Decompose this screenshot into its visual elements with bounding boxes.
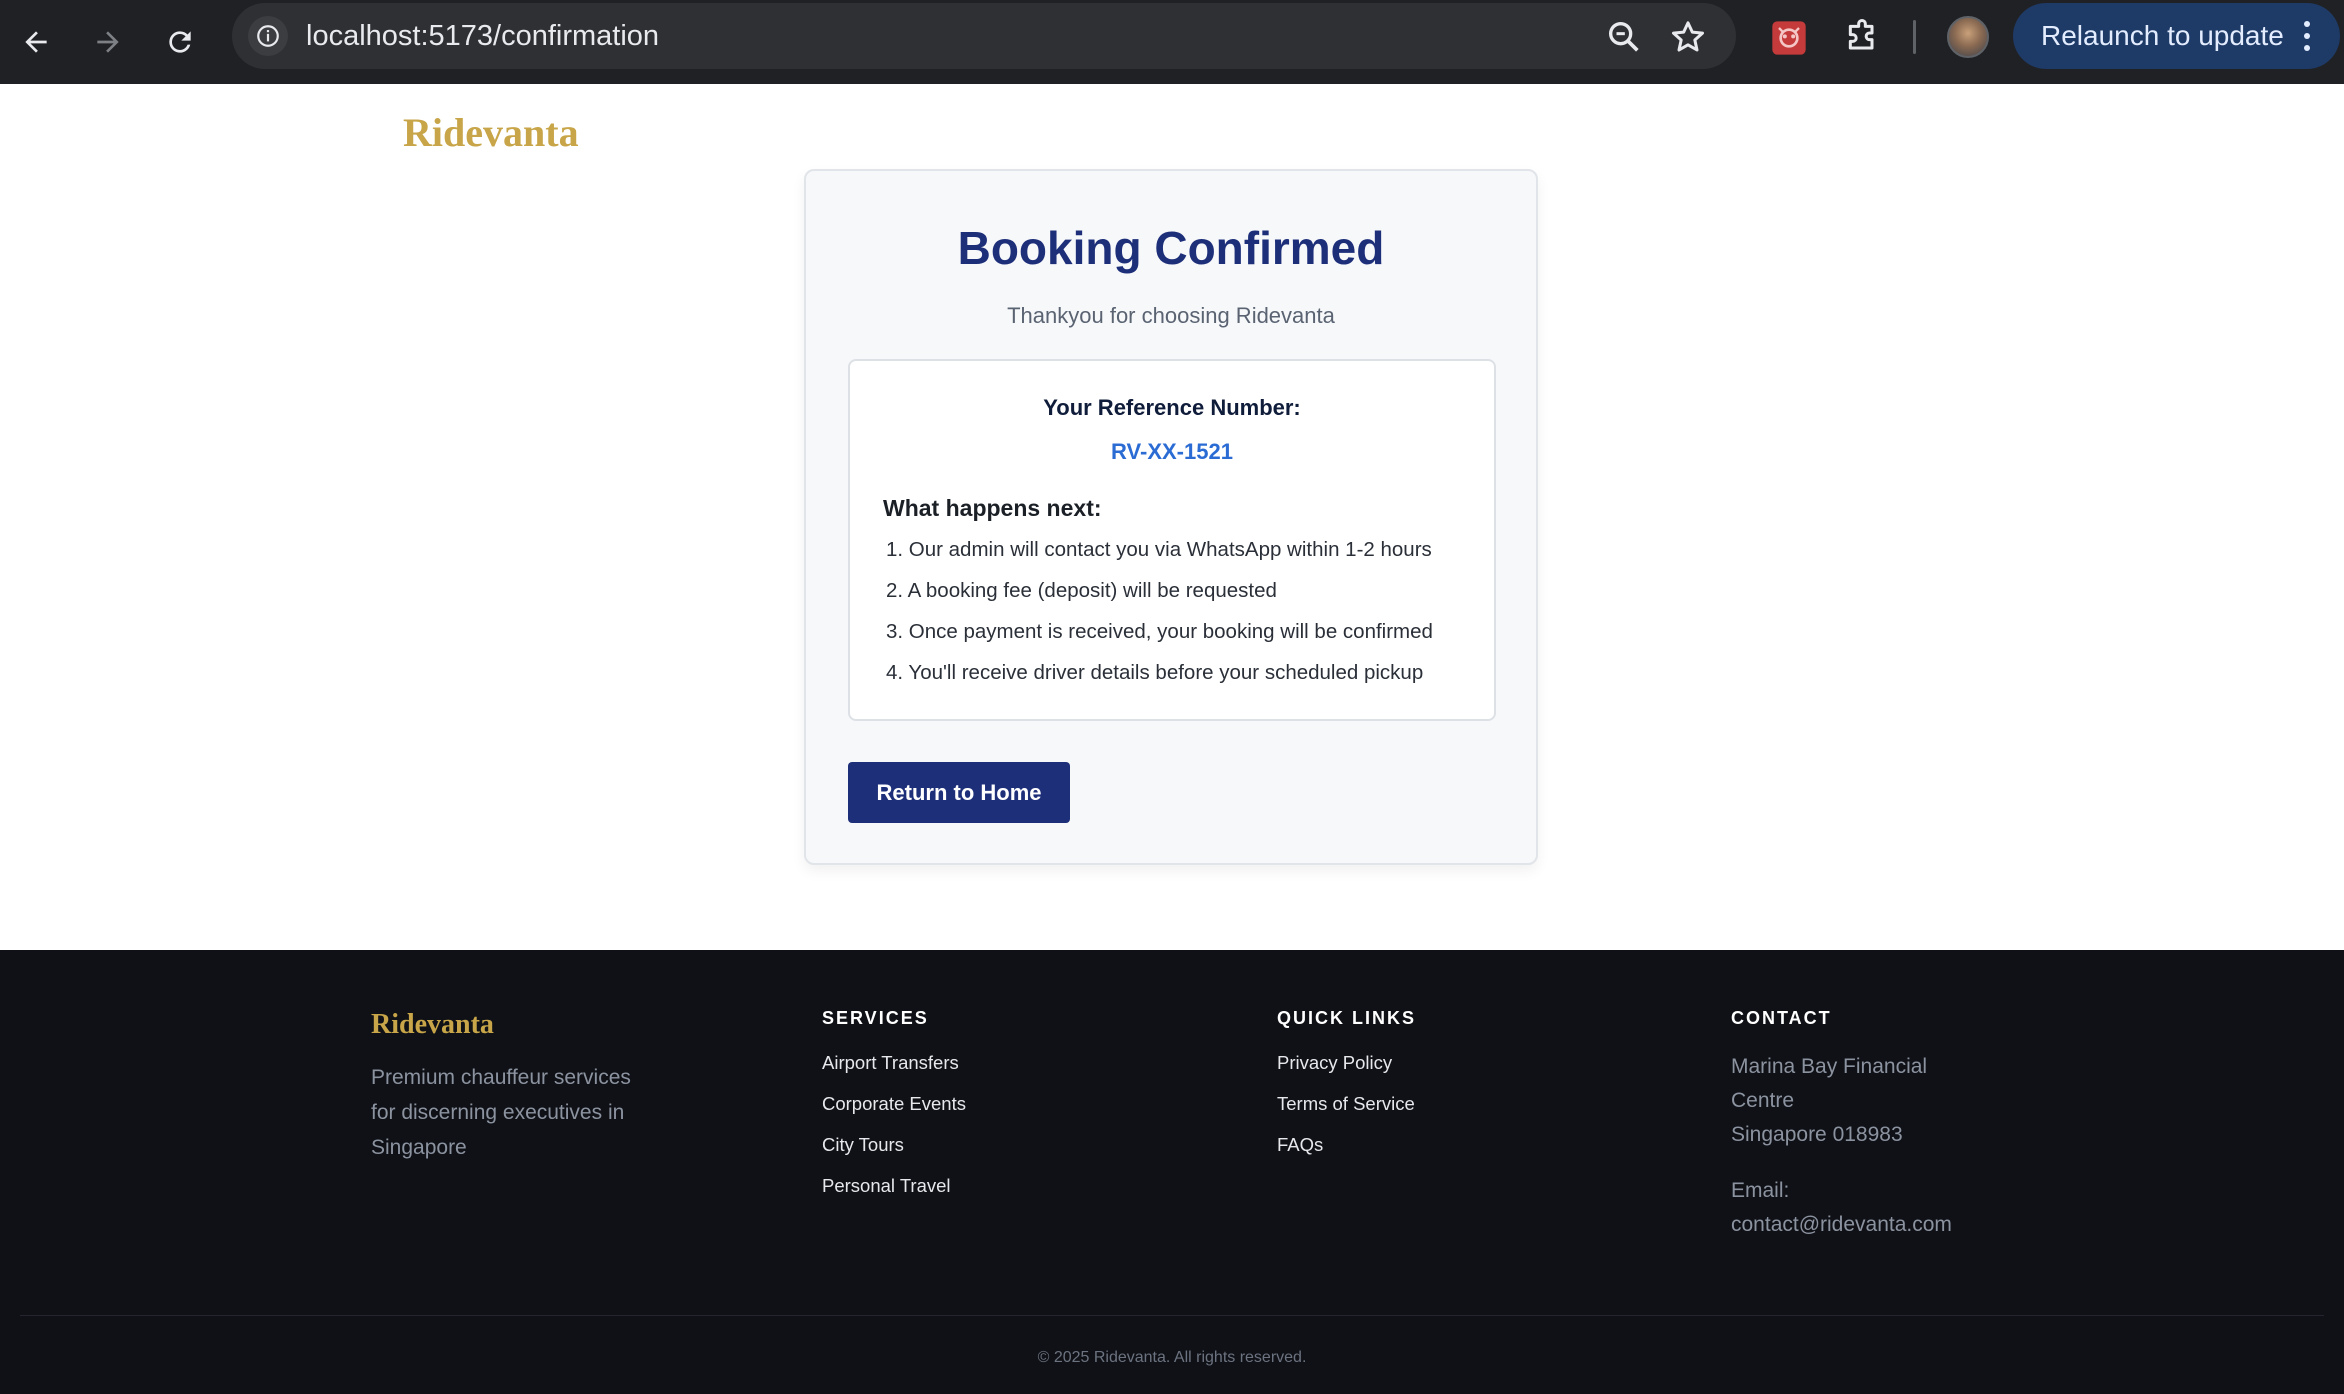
contact-heading: CONTACT (1731, 1008, 1832, 1028)
site-info-icon[interactable] (248, 16, 288, 56)
extension-bug-icon[interactable] (1769, 18, 1809, 58)
copyright-text: © 2025 Ridevanta. All rights reserved. (1037, 1349, 1307, 1366)
profile-avatar[interactable] (1947, 16, 1989, 58)
footer-link-corporate-events[interactable]: Corporate Events (822, 1093, 966, 1134)
quick-links-list: Privacy Policy Terms of Service FAQs (1277, 1052, 1415, 1175)
reference-box: Your Reference Number: RV-XX-1521 What h… (848, 359, 1496, 721)
toolbar-divider (1913, 20, 1916, 54)
more-vert-icon[interactable] (2304, 21, 2310, 51)
reload-button[interactable] (154, 16, 206, 68)
return-home-button[interactable]: Return to Home (848, 762, 1070, 823)
contact-info: Marina Bay Financial Centre Singapore 01… (1731, 1050, 1952, 1242)
footer-link-faqs[interactable]: FAQs (1277, 1134, 1415, 1175)
site-logo[interactable]: Ridevanta (403, 109, 579, 156)
bookmark-star-icon[interactable] (1668, 17, 1708, 57)
footer-link-terms-of-service[interactable]: Terms of Service (1277, 1093, 1415, 1134)
back-button[interactable] (10, 16, 62, 68)
url-text[interactable]: localhost:5173/confirmation (306, 20, 659, 53)
arrow-left-icon (25, 31, 47, 53)
site-footer: Ridevanta Premium chauffeur services for… (0, 950, 2344, 1394)
relaunch-label: Relaunch to update (2041, 20, 2284, 51)
footer-link-personal-travel[interactable]: Personal Travel (822, 1175, 966, 1216)
footer-link-privacy-policy[interactable]: Privacy Policy (1277, 1052, 1415, 1093)
footer-divider (20, 1315, 2324, 1316)
forward-button[interactable] (82, 16, 134, 68)
reload-icon (169, 31, 191, 53)
browser-toolbar: localhost:5173/confirmation Relaunch to … (0, 0, 2344, 84)
reference-number: RV-XX-1521 (1111, 439, 1233, 464)
list-item: 3. Once payment is received, your bookin… (886, 620, 1433, 643)
reference-label: Your Reference Number: (1043, 395, 1301, 420)
address-line: Singapore 018983 (1731, 1123, 1903, 1146)
footer-link-city-tours[interactable]: City Tours (822, 1134, 966, 1175)
page-title: Booking Confirmed (957, 222, 1385, 274)
services-heading: SERVICES (822, 1008, 929, 1028)
list-item: 2. A booking fee (deposit) will be reque… (886, 579, 1277, 602)
list-item: 4. You'll receive driver details before … (886, 661, 1424, 684)
address-bar[interactable]: localhost:5173/confirmation (232, 3, 1736, 69)
quick-links-heading: QUICK LINKS (1277, 1008, 1416, 1028)
services-list: Airport Transfers Corporate Events City … (822, 1052, 966, 1216)
next-steps-title: What happens next: (883, 495, 1102, 521)
zoom-icon[interactable] (1604, 17, 1644, 57)
arrow-right-icon (97, 31, 119, 53)
extensions-puzzle-icon[interactable] (1842, 18, 1882, 58)
address-line: Marina Bay Financial (1731, 1055, 1928, 1078)
next-steps-list: 1. Our admin will contact you via WhatsA… (886, 538, 1433, 702)
relaunch-button[interactable]: Relaunch to update (2013, 3, 2340, 69)
list-item: 1. Our admin will contact you via WhatsA… (886, 538, 1432, 561)
email-label: Email: (1731, 1179, 1790, 1202)
thank-you-text: Thankyou for choosing Ridevanta (1007, 303, 1335, 328)
footer-link-airport-transfers[interactable]: Airport Transfers (822, 1052, 966, 1093)
footer-description: Premium chauffeur services for discernin… (371, 1066, 631, 1159)
footer-logo[interactable]: Ridevanta (371, 1009, 494, 1041)
email-link[interactable]: contact@ridevanta.com (1731, 1208, 1952, 1242)
confirmation-card: Booking Confirmed Thankyou for choosing … (804, 169, 1538, 865)
address-line: Centre (1731, 1089, 1795, 1112)
